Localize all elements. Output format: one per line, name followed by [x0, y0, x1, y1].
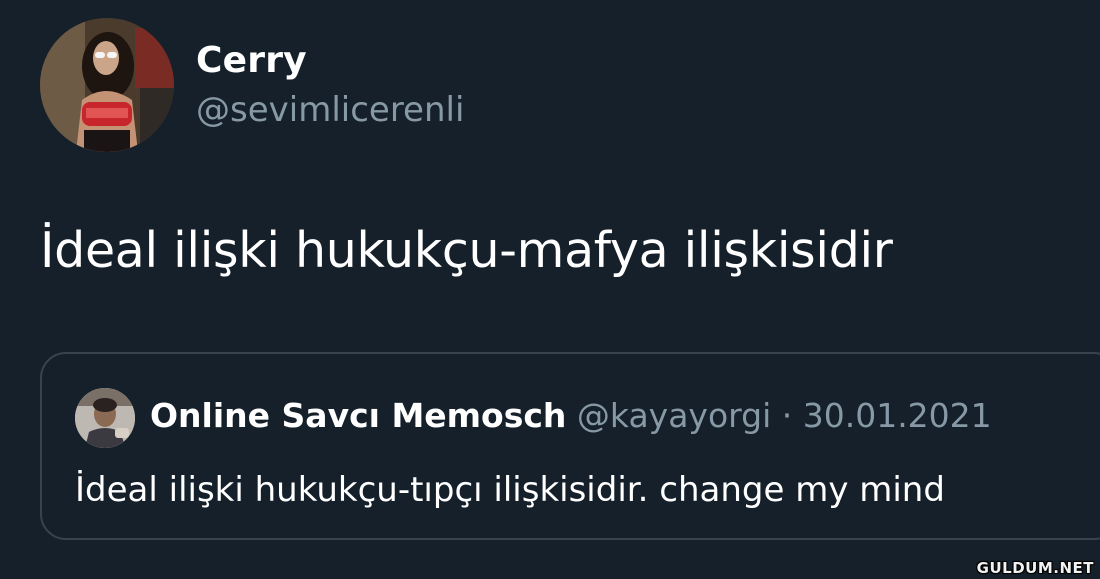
author-avatar[interactable]: [40, 18, 174, 152]
watermark: GULDUM.NET: [976, 559, 1094, 577]
tweet: Cerry @sevimlicerenli İdeal ilişki hukuk…: [0, 0, 1100, 579]
quoted-tweet-meta: @kayayorgi · 30.01.2021: [576, 396, 992, 435]
quoted-tweet-header: Online Savcı Memosch @kayayorgi · 30.01.…: [150, 396, 992, 435]
quoted-author-name[interactable]: Online Savcı Memosch: [150, 396, 566, 435]
author-name[interactable]: Cerry: [196, 40, 307, 81]
quoted-tweet-text: İdeal ilişki hukukçu-tıpçı ilişkisidir. …: [75, 470, 945, 510]
author-handle[interactable]: @sevimlicerenli: [196, 90, 464, 130]
quoted-tweet-card[interactable]: Online Savcı Memosch @kayayorgi · 30.01.…: [40, 352, 1100, 540]
quoted-author-avatar[interactable]: [75, 388, 135, 448]
tweet-text: İdeal ilişki hukukçu-mafya ilişkisidir: [40, 222, 893, 279]
